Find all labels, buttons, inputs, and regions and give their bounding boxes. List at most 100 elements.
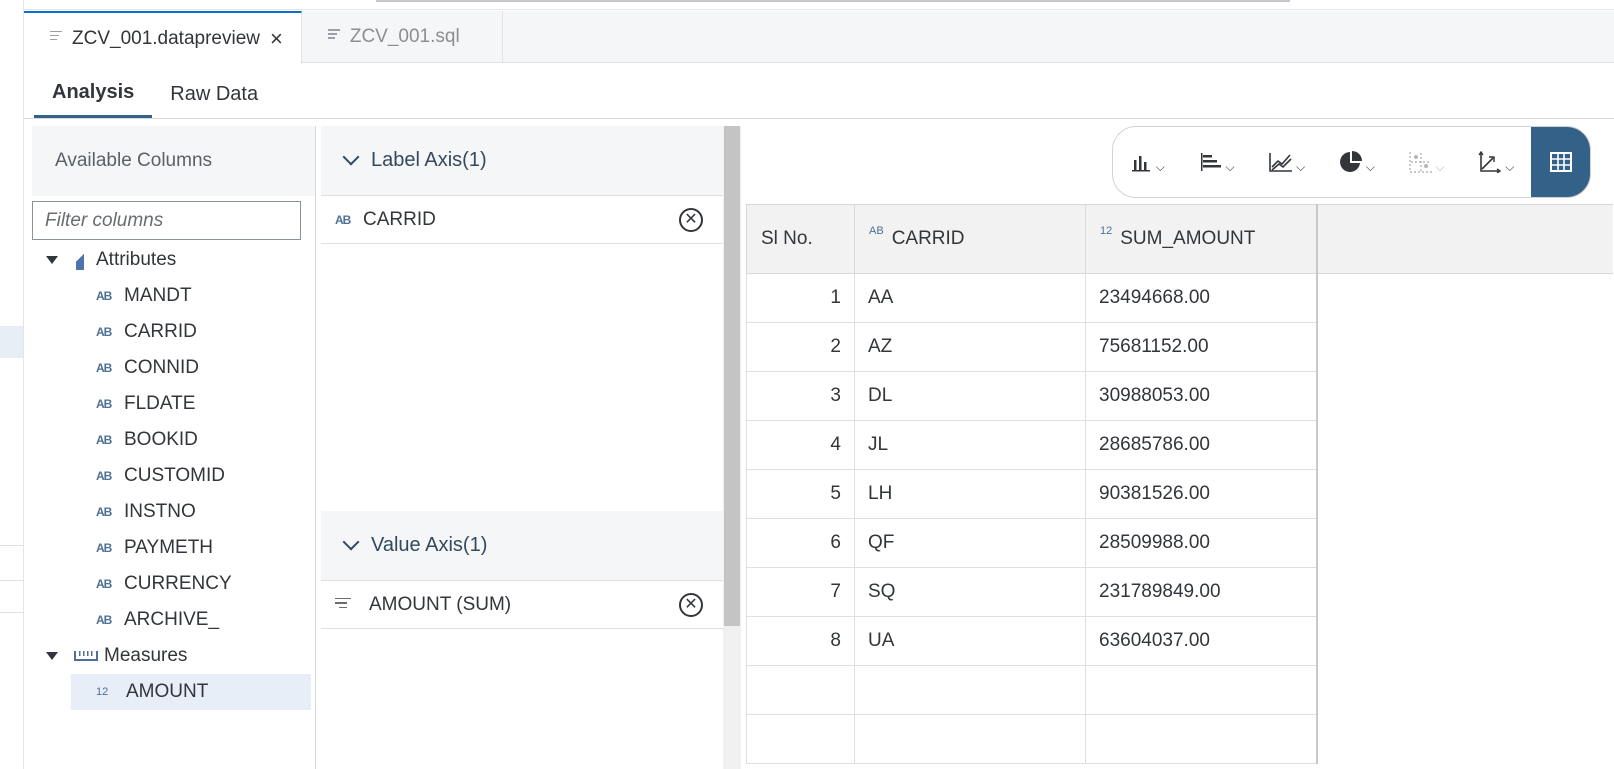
tree-group-measures[interactable]: Measures bbox=[32, 638, 316, 674]
tree-group-label: Measures bbox=[104, 645, 188, 666]
numeric-type-icon: 12 bbox=[1100, 225, 1113, 237]
editor-tab-sql[interactable]: ZCV_001.sql bbox=[302, 11, 503, 63]
table-header-row: Sl No. AB CARRID 12 SUM_AMOUNT bbox=[746, 204, 1613, 274]
ruler-icon bbox=[74, 651, 98, 661]
table-row[interactable]: 8 UA 63604037.00 bbox=[746, 616, 1613, 666]
cell-empty bbox=[746, 665, 855, 715]
value-axis-header[interactable]: Value Axis(1) bbox=[321, 511, 725, 581]
table-row[interactable]: 3 DL 30988053.00 bbox=[746, 371, 1613, 421]
pie-chart-icon bbox=[1339, 151, 1362, 172]
cell-empty bbox=[1085, 665, 1318, 715]
caret-down-icon[interactable] bbox=[46, 256, 58, 264]
table-row[interactable]: 6 QF 28509988.00 bbox=[746, 518, 1613, 568]
text-type-icon: AB bbox=[335, 212, 351, 227]
column-item-instno[interactable]: AB INSTNO bbox=[32, 494, 316, 530]
text-type-icon: AB bbox=[96, 433, 112, 447]
chevron-down-icon: ⌵ bbox=[1225, 159, 1235, 174]
bar-chart-button[interactable]: ⌵ bbox=[1113, 127, 1183, 197]
left-gutter bbox=[0, 0, 24, 769]
scatter-chart-button[interactable]: ⌵ bbox=[1392, 127, 1462, 197]
scrollbar-thumb[interactable] bbox=[724, 126, 740, 626]
label-axis-header[interactable]: Label Axis(1) bbox=[321, 126, 725, 196]
aggregation-icon bbox=[335, 597, 351, 612]
column-item-paymeth[interactable]: AB PAYMETH bbox=[32, 530, 316, 566]
data-table: Sl No. AB CARRID 12 SUM_AMOUNT 1 AA 23494668… bbox=[746, 204, 1613, 764]
pie-chart-button[interactable]: ⌵ bbox=[1322, 127, 1392, 197]
column-item-connid[interactable]: AB CONNID bbox=[32, 350, 316, 386]
cell-carrid: SQ bbox=[854, 567, 1086, 617]
column-item-bookid[interactable]: AB BOOKID bbox=[32, 422, 316, 458]
cell-sum-amount: 231789849.00 bbox=[1085, 567, 1318, 617]
column-header-sl-no[interactable]: Sl No. bbox=[746, 204, 855, 274]
text-type-icon: AB bbox=[96, 541, 112, 555]
scatter-chart-icon bbox=[1408, 152, 1432, 173]
data-table-container: Sl No. AB CARRID 12 SUM_AMOUNT 1 AA 23494668… bbox=[746, 204, 1614, 769]
column-tree: Attributes AB MANDT AB CARRID AB CONNID AB F… bbox=[32, 242, 316, 710]
caret-down-icon[interactable] bbox=[46, 652, 58, 660]
tab-analysis[interactable]: Analysis bbox=[34, 70, 153, 118]
chevron-down-icon[interactable] bbox=[342, 148, 360, 165]
gutter-divider bbox=[0, 612, 23, 613]
column-item-customid[interactable]: AB CUSTOMID bbox=[32, 458, 316, 494]
table-row[interactable]: 5 LH 90381526.00 bbox=[746, 469, 1613, 519]
column-label: CONNID bbox=[124, 357, 199, 378]
cell-sum-amount: 23494668.00 bbox=[1085, 273, 1318, 323]
table-view-button[interactable] bbox=[1531, 127, 1590, 197]
table-row[interactable]: 2 AZ 75681152.00 bbox=[746, 322, 1613, 372]
column-header-carrid[interactable]: AB CARRID bbox=[854, 204, 1086, 274]
column-header-sum-amount[interactable]: 12 SUM_AMOUNT bbox=[1085, 204, 1318, 274]
column-header-empty bbox=[1316, 204, 1613, 274]
tree-group-label: Attributes bbox=[96, 249, 177, 270]
bar-chart-icon bbox=[1131, 156, 1150, 172]
cell-empty bbox=[1085, 714, 1318, 764]
column-item-currency[interactable]: AB CURRENCY bbox=[32, 566, 316, 602]
text-type-icon: AB bbox=[96, 325, 112, 339]
attribute-icon bbox=[76, 250, 84, 270]
cell-sl-no: 5 bbox=[746, 469, 855, 519]
tab-raw-data[interactable]: Raw Data bbox=[152, 70, 276, 118]
table-row[interactable]: 7 SQ 231789849.00 bbox=[746, 567, 1613, 617]
remove-circle-icon[interactable]: ✕ bbox=[679, 208, 703, 232]
close-icon[interactable]: × bbox=[270, 27, 283, 50]
cell-sum-amount: 90381526.00 bbox=[1085, 469, 1318, 519]
editor-tab-datapreview[interactable]: ZCV_001.datapreview × bbox=[24, 11, 302, 64]
axis-chart-button[interactable]: ⌵ bbox=[1461, 127, 1531, 197]
cell-empty bbox=[854, 665, 1086, 715]
horizontal-bar-chart-button[interactable]: ⌵ bbox=[1183, 127, 1253, 197]
column-item-fldate[interactable]: AB FLDATE bbox=[32, 386, 316, 422]
text-type-icon: AB bbox=[96, 577, 112, 591]
cell-sum-amount: 63604037.00 bbox=[1085, 616, 1318, 666]
top-strip bbox=[24, 0, 1614, 10]
table-row[interactable]: 1 AA 23494668.00 bbox=[746, 273, 1613, 323]
cell-sl-no: 7 bbox=[746, 567, 855, 617]
file-icon bbox=[327, 29, 340, 41]
text-type-icon: AB bbox=[96, 397, 112, 411]
gutter-selection bbox=[0, 326, 23, 358]
available-columns-title: Available Columns bbox=[32, 126, 315, 196]
column-label: ARCHIVE_ bbox=[124, 609, 220, 630]
cell-carrid: LH bbox=[854, 469, 1086, 519]
column-item-carrid[interactable]: AB CARRID bbox=[32, 314, 316, 350]
chevron-down-icon[interactable] bbox=[342, 533, 360, 550]
horizontal-scrollbar[interactable] bbox=[376, 0, 1290, 2]
cell-carrid: AA bbox=[854, 273, 1086, 323]
remove-circle-icon[interactable]: ✕ bbox=[679, 593, 703, 617]
line-chart-button[interactable]: ⌵ bbox=[1252, 127, 1322, 197]
tree-group-attributes[interactable]: Attributes bbox=[32, 242, 316, 278]
chart-type-toolbar: ⌵ ⌵ ⌵ ⌵ ⌵ ⌵ bbox=[1112, 126, 1591, 198]
filter-columns-input[interactable] bbox=[32, 201, 301, 240]
value-axis-item-amount[interactable]: AMOUNT (SUM) ✕ bbox=[321, 581, 725, 629]
column-label: INSTNO bbox=[124, 501, 196, 522]
cell-carrid: AZ bbox=[854, 322, 1086, 372]
column-item-mandt[interactable]: AB MANDT bbox=[32, 278, 316, 314]
cell-empty bbox=[746, 714, 855, 764]
column-label: FLDATE bbox=[124, 393, 196, 414]
column-item-amount[interactable]: 12 AMOUNT bbox=[71, 674, 311, 710]
axis-chart-icon bbox=[1478, 151, 1502, 173]
label-axis-item-carrid[interactable]: AB CARRID ✕ bbox=[321, 196, 725, 244]
table-row[interactable]: 4 JL 28685786.00 bbox=[746, 420, 1613, 470]
axis-panel-scrollbar[interactable] bbox=[723, 126, 741, 769]
column-item-archive[interactable]: AB ARCHIVE_ bbox=[32, 602, 316, 638]
cell-sum-amount: 75681152.00 bbox=[1085, 322, 1318, 372]
gutter-divider bbox=[0, 545, 23, 546]
